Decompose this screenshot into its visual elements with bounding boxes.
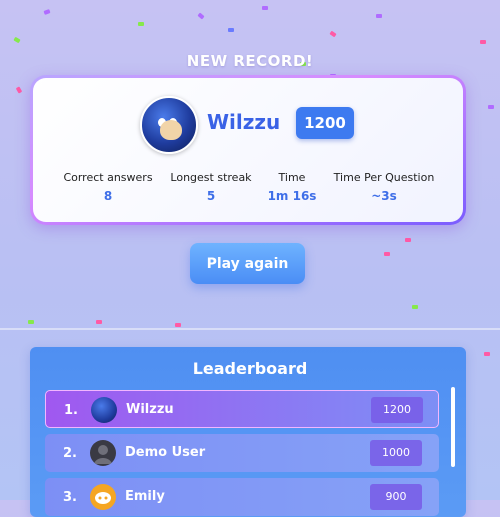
- player-name: Wilzzu: [207, 110, 281, 134]
- points-badge: 1200: [371, 397, 423, 423]
- points-badge: 1000: [370, 440, 422, 466]
- stat-value: 5: [206, 189, 216, 203]
- leaderboard-row[interactable]: 3. Emily 900: [45, 478, 439, 516]
- sonic-avatar-icon: [140, 96, 198, 154]
- default-user-icon: [90, 440, 116, 466]
- play-again-button[interactable]: Play again: [190, 243, 305, 284]
- discord-avatar-icon: [90, 484, 116, 510]
- stat-time-per-question: Time Per Question ~3s: [332, 171, 436, 203]
- points-badge: 900: [370, 484, 422, 510]
- stat-label: Time: [278, 171, 306, 184]
- stat-longest-streak: Longest streak 5: [170, 171, 252, 203]
- leaderboard-row[interactable]: 1. Wilzzu 1200: [45, 390, 439, 428]
- rank-number: 1.: [64, 403, 78, 418]
- leaderboard-title: Leaderboard: [192, 359, 308, 378]
- stat-correct-answers: Correct answers 8: [62, 171, 154, 203]
- sonic-avatar-icon: [91, 397, 117, 423]
- stat-time: Time 1m 16s: [266, 171, 318, 203]
- new-record-heading: NEW RECORD!: [186, 52, 314, 70]
- leaderboard-row[interactable]: 2. Demo User 1000: [45, 434, 439, 472]
- player-name: Emily: [125, 489, 165, 504]
- leaderboard-scrollbar[interactable]: [451, 387, 455, 467]
- rank-number: 2.: [63, 446, 77, 461]
- section-divider: [0, 328, 500, 330]
- player-name: Demo User: [125, 445, 206, 460]
- score-badge: 1200: [296, 107, 354, 139]
- stat-value: 1m 16s: [267, 189, 317, 203]
- stat-label: Longest streak: [170, 171, 252, 184]
- rank-number: 3.: [63, 490, 77, 505]
- stat-value: 8: [103, 189, 113, 203]
- player-name: Wilzzu: [126, 402, 174, 417]
- stat-label: Correct answers: [63, 171, 153, 184]
- stat-value: ~3s: [371, 189, 397, 203]
- stat-label: Time Per Question: [333, 171, 435, 184]
